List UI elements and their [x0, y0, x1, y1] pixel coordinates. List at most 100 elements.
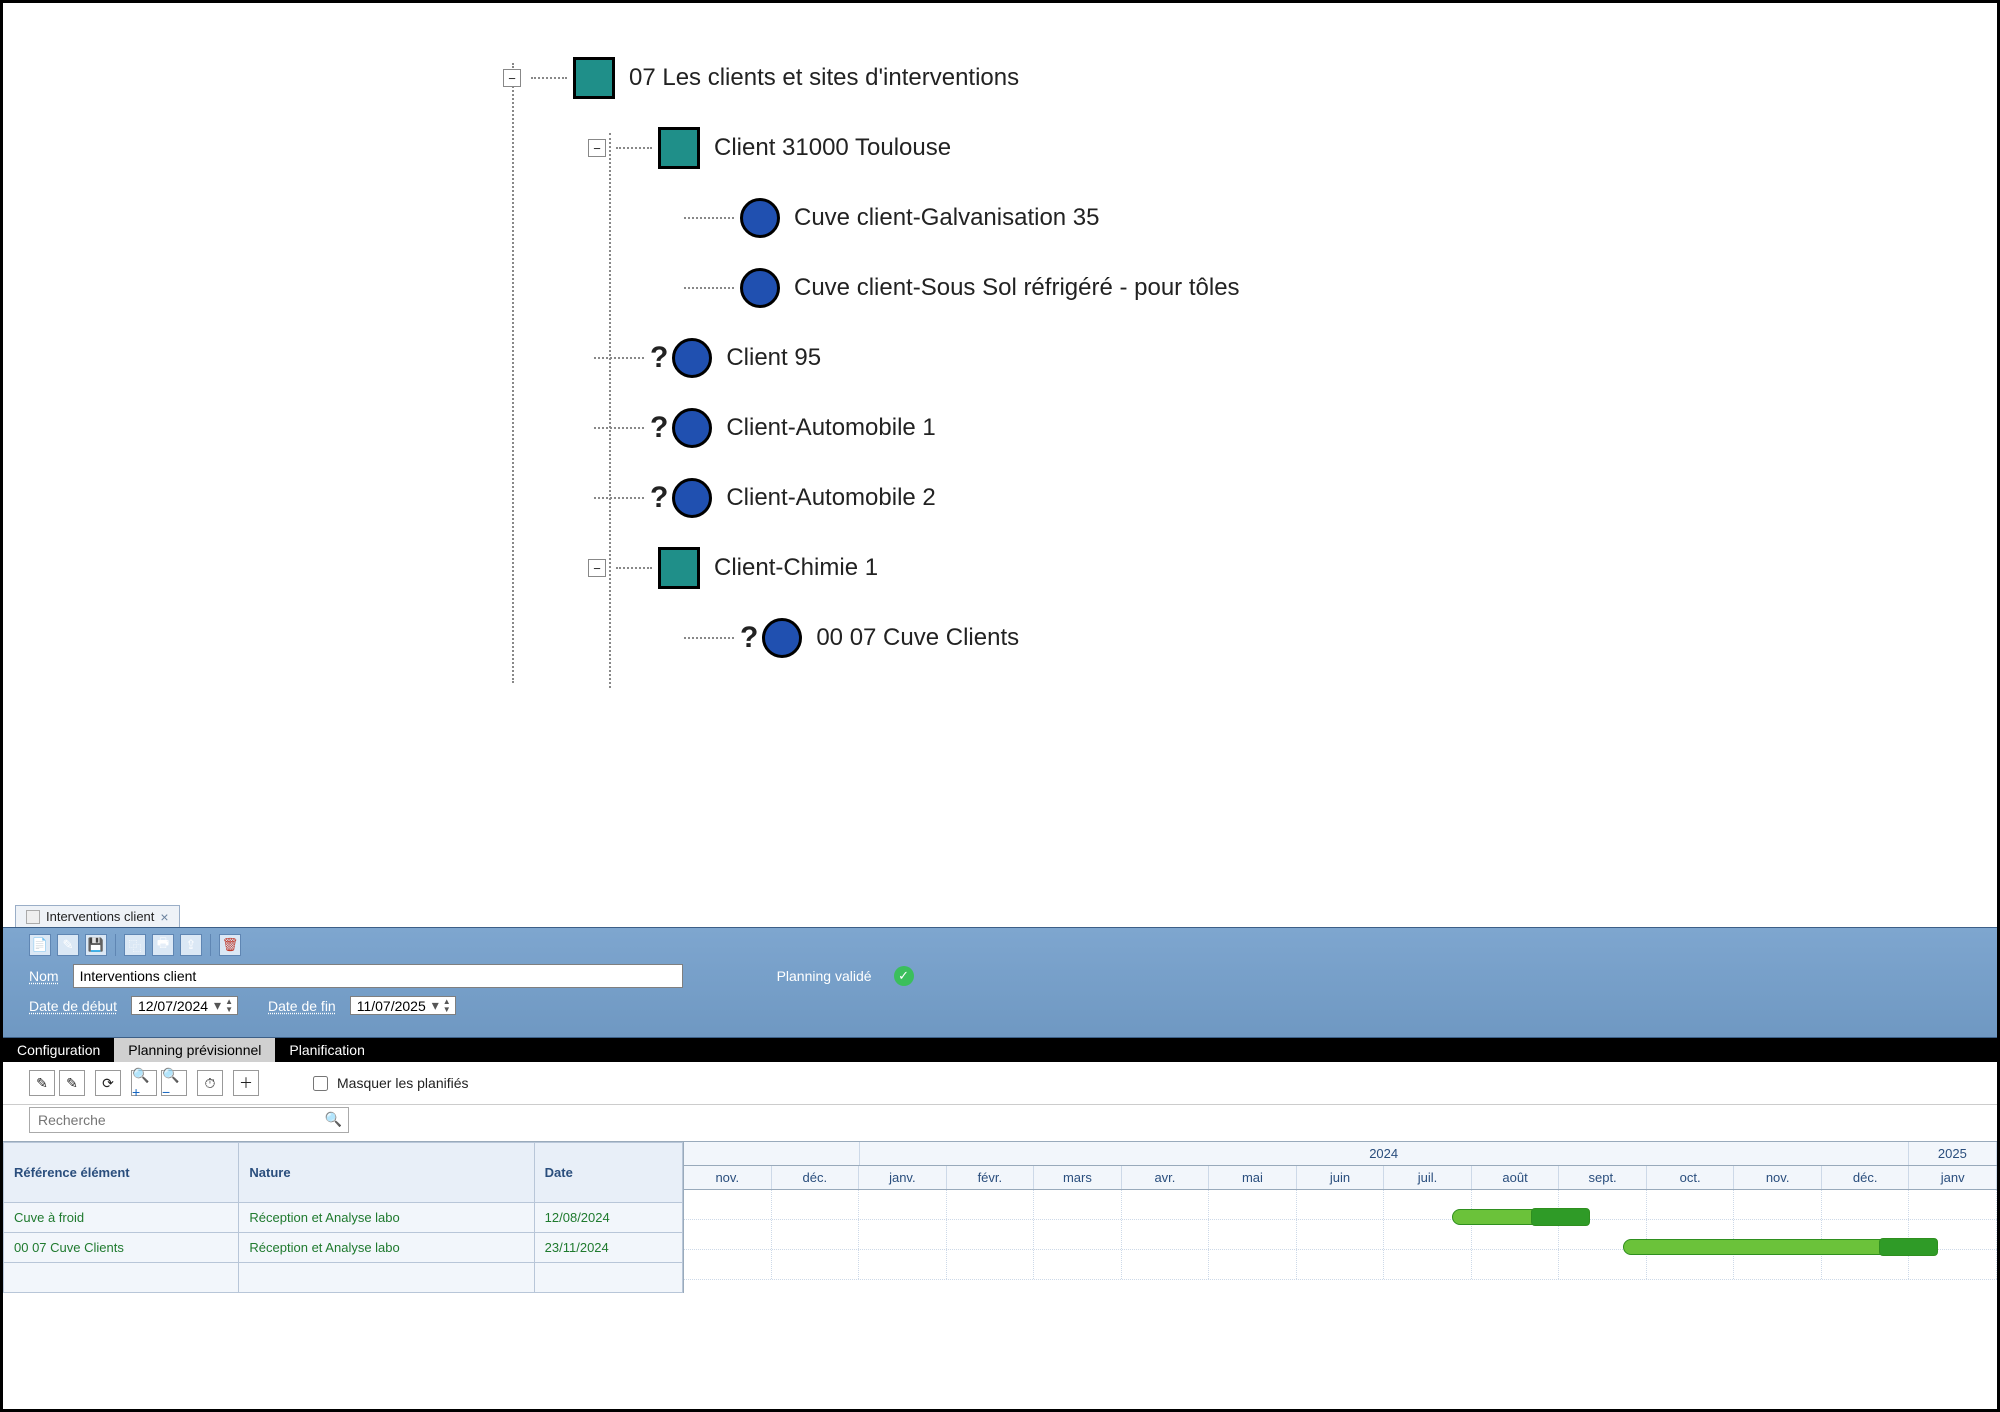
folder-icon: [573, 57, 615, 99]
item-icon: [740, 268, 780, 308]
tree-connector: [616, 147, 652, 149]
tab-planning-previsionnel[interactable]: Planning prévisionnel: [114, 1038, 275, 1062]
tab-planification[interactable]: Planification: [275, 1038, 379, 1062]
edit-button[interactable]: ✎: [57, 934, 79, 956]
masquer-checkbox[interactable]: [313, 1076, 328, 1091]
toolbar: 📄 ✎ 💾 ⿻ 🖶 ⇪ 🗑: [29, 934, 1971, 956]
new-button[interactable]: 📄: [29, 934, 51, 956]
col-header[interactable]: Référence élément: [4, 1143, 239, 1203]
tree-connector: [531, 77, 567, 79]
tree-node-label[interactable]: 00 07 Cuve Clients: [816, 624, 1019, 652]
masquer-label: Masquer les planifiés: [337, 1075, 469, 1091]
tree-connector: [684, 287, 734, 289]
form-header: 📄 ✎ 💾 ⿻ 🖶 ⇪ 🗑 Nom Planning validé ✓ Date…: [3, 927, 1997, 1038]
search-input[interactable]: [36, 1111, 296, 1129]
tree-node-label[interactable]: Client-Automobile 2: [726, 484, 935, 512]
dropdown-icon[interactable]: ▾: [432, 997, 439, 1014]
month-header: déc.: [1822, 1166, 1910, 1189]
folder-icon: [658, 547, 700, 589]
tree-toggle[interactable]: −: [588, 559, 606, 577]
search-box[interactable]: 🔍: [29, 1107, 349, 1133]
save-button[interactable]: 💾: [85, 934, 107, 956]
gantt-chart: Référence élément Nature Date Cuve à fro…: [3, 1141, 1997, 1293]
planning-tabs: Configuration Planning prévisionnel Plan…: [3, 1038, 1997, 1062]
question-icon: ?: [740, 621, 758, 655]
month-header: sept.: [1559, 1166, 1647, 1189]
planning-icon: [26, 910, 40, 924]
folder-icon: [658, 127, 700, 169]
col-header[interactable]: Nature: [239, 1143, 534, 1203]
gantt-timeline[interactable]: 20242025 nov.déc.janv.févr.marsavr.maiju…: [683, 1142, 1997, 1293]
gantt-toolbar: ✎ ✎ ⟳ 🔍+ 🔍− ⏱ ＋ Masquer les planifiés: [3, 1062, 1997, 1105]
month-header: nov.: [684, 1166, 772, 1189]
year-header: [684, 1142, 860, 1165]
edit-row-button[interactable]: ✎: [29, 1070, 55, 1096]
month-header: janv.: [859, 1166, 947, 1189]
tree-node-label[interactable]: Cuve client-Sous Sol réfrigéré - pour tô…: [794, 274, 1240, 302]
tree-node-label[interactable]: Client-Automobile 1: [726, 414, 935, 442]
today-button[interactable]: ⏱: [197, 1070, 223, 1096]
table-row[interactable]: Cuve à froid Réception et Analyse labo 1…: [4, 1203, 683, 1233]
close-icon[interactable]: ×: [160, 910, 168, 924]
tree-connector: [594, 497, 644, 499]
refresh-button[interactable]: ⟳: [95, 1070, 121, 1096]
tree-view[interactable]: − 07 Les clients et sites d'intervention…: [503, 43, 1240, 673]
tree-node-label: 07 Les clients et sites d'interventions: [629, 64, 1019, 92]
zoom-out-button[interactable]: 🔍−: [161, 1070, 187, 1096]
month-header: févr.: [947, 1166, 1035, 1189]
gantt-bar-dark[interactable]: [1531, 1208, 1590, 1226]
spin-down-icon[interactable]: ▼: [443, 1006, 451, 1014]
month-header: avr.: [1122, 1166, 1210, 1189]
delete-button[interactable]: 🗑: [219, 934, 241, 956]
tab-configuration[interactable]: Configuration: [3, 1038, 114, 1062]
year-header: 2024: [860, 1142, 1909, 1165]
zoom-in-button[interactable]: 🔍+: [131, 1070, 157, 1096]
add-button[interactable]: ＋: [233, 1070, 259, 1096]
edit-multi-button[interactable]: ✎: [59, 1070, 85, 1096]
nom-label: Nom: [29, 968, 59, 984]
document-tab[interactable]: Interventions client ×: [15, 905, 180, 927]
month-header: oct.: [1647, 1166, 1735, 1189]
tree-node-label[interactable]: Client-Chimie 1: [714, 554, 878, 582]
tree-toggle[interactable]: −: [503, 69, 521, 87]
month-header: juin: [1297, 1166, 1385, 1189]
copy-button[interactable]: ⿻: [124, 934, 146, 956]
date-fin-label: Date de fin: [268, 998, 336, 1014]
item-icon: [740, 198, 780, 238]
gantt-bar-dark[interactable]: [1879, 1238, 1938, 1256]
tree-toggle[interactable]: −: [588, 139, 606, 157]
document-tabs: Interventions client ×: [3, 899, 1997, 927]
tree-connector: [684, 637, 734, 639]
tree-connector: [616, 567, 652, 569]
date-debut-label: Date de début: [29, 998, 117, 1014]
tree-connector: [594, 427, 644, 429]
export-button[interactable]: ⇪: [180, 934, 202, 956]
month-header: mai: [1209, 1166, 1297, 1189]
detail-panel: Interventions client × 📄 ✎ 💾 ⿻ 🖶 ⇪ 🗑 Nom…: [3, 899, 1997, 1409]
col-header[interactable]: Date: [534, 1143, 682, 1203]
item-icon: [672, 478, 712, 518]
tree-node-label[interactable]: Client 31000 Toulouse: [714, 134, 951, 162]
check-icon: ✓: [894, 966, 914, 986]
tree-connector: [684, 217, 734, 219]
question-icon: ?: [650, 411, 668, 445]
table-row: [4, 1263, 683, 1293]
date-debut-input[interactable]: 12/07/2024 ▾ ▲▼: [131, 996, 238, 1015]
item-icon: [762, 618, 802, 658]
tree-node-label[interactable]: Client 95: [726, 344, 821, 372]
dropdown-icon[interactable]: ▾: [214, 997, 221, 1014]
spin-down-icon[interactable]: ▼: [225, 1006, 233, 1014]
planning-valide-label: Planning validé: [777, 968, 872, 984]
question-icon: ?: [650, 481, 668, 515]
month-header: janv: [1909, 1166, 1997, 1189]
month-header: déc.: [772, 1166, 860, 1189]
date-fin-input[interactable]: 11/07/2025 ▾ ▲▼: [350, 996, 456, 1015]
month-header: août: [1472, 1166, 1560, 1189]
table-row[interactable]: 00 07 Cuve Clients Réception et Analyse …: [4, 1233, 683, 1263]
month-header: nov.: [1734, 1166, 1822, 1189]
nom-input[interactable]: [73, 964, 683, 988]
print-button[interactable]: 🖶: [152, 934, 174, 956]
tree-node-label[interactable]: Cuve client-Galvanisation 35: [794, 204, 1100, 232]
month-header: juil.: [1384, 1166, 1472, 1189]
search-icon[interactable]: 🔍: [325, 1111, 342, 1128]
